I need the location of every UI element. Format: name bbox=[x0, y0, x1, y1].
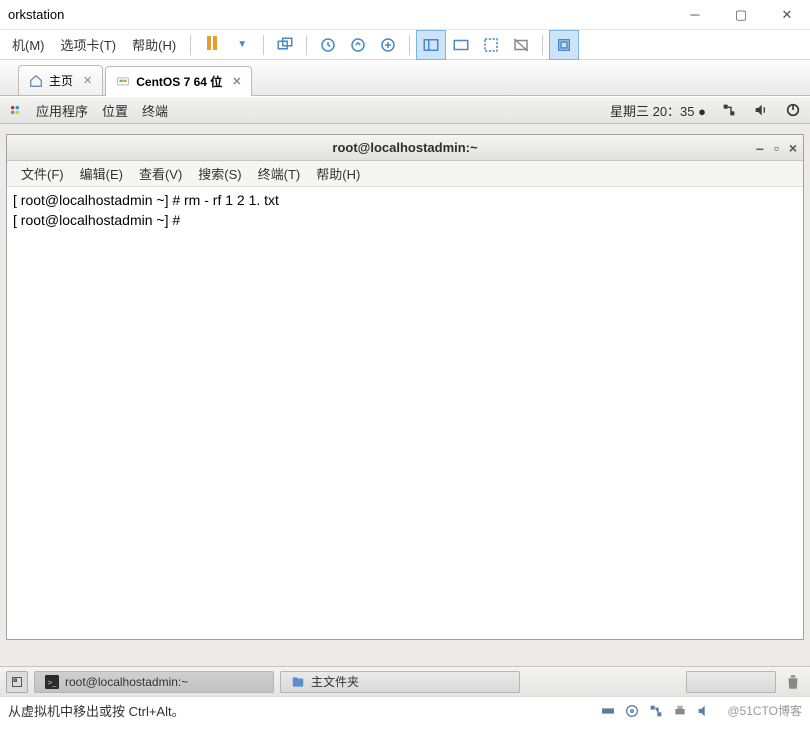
clock[interactable]: 星期三 20：35 ● bbox=[610, 101, 706, 120]
taskbar-files[interactable]: 主文件夹 bbox=[280, 671, 520, 693]
menu-machine[interactable]: 机(M) bbox=[4, 31, 53, 58]
send-ctrl-alt-del-button[interactable] bbox=[270, 30, 300, 60]
status-hint: 从虚拟机中移出或按 Ctrl+Alt。 bbox=[8, 701, 185, 720]
revert-snapshot-button[interactable] bbox=[343, 30, 373, 60]
home-icon bbox=[29, 74, 43, 88]
separator bbox=[306, 35, 307, 55]
terminal-line: [ root@localhostadmin ~] # rm - rf 1 2 1… bbox=[13, 192, 279, 208]
separator bbox=[263, 35, 264, 55]
term-menu-view[interactable]: 查看(V) bbox=[133, 162, 188, 185]
volume-icon[interactable] bbox=[752, 101, 770, 119]
pause-button[interactable] bbox=[197, 30, 227, 60]
tab-vm[interactable]: CentOS 7 64 位 ✕ bbox=[105, 66, 252, 96]
cd-icon[interactable] bbox=[623, 702, 641, 720]
stretch-guest-button[interactable] bbox=[476, 30, 506, 60]
folder-icon bbox=[291, 675, 305, 689]
show-sidebar-button[interactable] bbox=[416, 30, 446, 60]
terminal-title: root@localhostadmin:~ bbox=[332, 140, 477, 155]
tab-home-close[interactable]: ✕ bbox=[83, 74, 92, 87]
gnome-bottom-panel: >_ root@localhostadmin:~ 主文件夹 bbox=[0, 666, 810, 696]
separator bbox=[190, 35, 191, 55]
taskbar-terminal[interactable]: >_ root@localhostadmin:~ bbox=[34, 671, 274, 693]
terminal-menu[interactable]: 终端 bbox=[142, 101, 168, 120]
window-titlebar: orkstation ─ ▢ ✕ bbox=[0, 0, 810, 30]
terminal-titlebar[interactable]: root@localhostadmin:~ – ▫ × bbox=[7, 135, 803, 161]
terminal-menubar: 文件(F) 编辑(E) 查看(V) 搜索(S) 终端(T) 帮助(H) bbox=[7, 161, 803, 187]
vm-icon bbox=[116, 75, 130, 89]
fullscreen-button[interactable] bbox=[506, 30, 536, 60]
close-button[interactable]: ✕ bbox=[764, 0, 810, 30]
vm-desktop: root@localhostadmin:~ – ▫ × 文件(F) 编辑(E) … bbox=[0, 124, 810, 696]
taskbar-files-label: 主文件夹 bbox=[311, 673, 359, 690]
term-menu-edit[interactable]: 编辑(E) bbox=[74, 162, 129, 185]
watermark: @51CTO博客 bbox=[727, 702, 802, 719]
term-menu-file[interactable]: 文件(F) bbox=[15, 162, 70, 185]
snapshot-button[interactable] bbox=[313, 30, 343, 60]
unity-button[interactable] bbox=[549, 30, 579, 60]
vmware-menubar: 机(M) 选项卡(T) 帮助(H) ▼ bbox=[0, 30, 810, 60]
tab-home[interactable]: 主页 ✕ bbox=[18, 65, 103, 95]
gnome-top-panel: 应用程序 位置 终端 星期三 20：35 ● bbox=[0, 96, 810, 124]
network-icon[interactable] bbox=[720, 101, 738, 119]
menu-tabs[interactable]: 选项卡(T) bbox=[53, 31, 125, 58]
terminal-line: [ root@localhostadmin ~] # bbox=[13, 212, 180, 228]
maximize-button[interactable]: ▢ bbox=[718, 0, 764, 30]
printer-icon[interactable] bbox=[671, 702, 689, 720]
terminal-icon: >_ bbox=[45, 675, 59, 689]
applications-menu[interactable]: 应用程序 bbox=[36, 101, 88, 120]
minimize-button[interactable]: ─ bbox=[672, 0, 718, 30]
terminal-window: root@localhostadmin:~ – ▫ × 文件(F) 编辑(E) … bbox=[6, 134, 804, 640]
trash-icon[interactable] bbox=[782, 671, 804, 693]
term-menu-search[interactable]: 搜索(S) bbox=[192, 162, 247, 185]
svg-text:>_: >_ bbox=[48, 677, 57, 686]
window-controls: ─ ▢ ✕ bbox=[672, 0, 810, 30]
tab-vm-close[interactable]: ✕ bbox=[232, 75, 241, 88]
term-menu-terminal[interactable]: 终端(T) bbox=[252, 162, 307, 185]
term-menu-help[interactable]: 帮助(H) bbox=[310, 162, 366, 185]
vm-tabbar: 主页 ✕ CentOS 7 64 位 ✕ bbox=[0, 60, 810, 96]
terminal-minimize[interactable]: – bbox=[756, 140, 764, 156]
sound-icon[interactable] bbox=[695, 702, 713, 720]
taskbar-tray-slot[interactable] bbox=[686, 671, 776, 693]
places-menu[interactable]: 位置 bbox=[102, 101, 128, 120]
terminal-maximize[interactable]: ▫ bbox=[774, 140, 779, 156]
tab-home-label: 主页 bbox=[49, 72, 73, 89]
power-dropdown[interactable]: ▼ bbox=[227, 30, 257, 60]
workspace-switcher[interactable] bbox=[6, 671, 28, 693]
network-adapter-icon[interactable] bbox=[647, 702, 665, 720]
activities-icon[interactable] bbox=[8, 103, 22, 117]
window-title: orkstation bbox=[8, 7, 64, 22]
manage-snapshots-button[interactable] bbox=[373, 30, 403, 60]
power-icon[interactable] bbox=[784, 101, 802, 119]
tab-vm-label: CentOS 7 64 位 bbox=[136, 73, 222, 90]
separator bbox=[409, 35, 410, 55]
hdd-icon[interactable] bbox=[599, 702, 617, 720]
vmware-statusbar: 从虚拟机中移出或按 Ctrl+Alt。 @51CTO博客 bbox=[0, 696, 810, 724]
vmware-device-tray: @51CTO博客 bbox=[599, 702, 802, 720]
view-console-button[interactable] bbox=[446, 30, 476, 60]
terminal-body[interactable]: [ root@localhostadmin ~] # rm - rf 1 2 1… bbox=[7, 187, 803, 639]
separator bbox=[542, 35, 543, 55]
terminal-close[interactable]: × bbox=[789, 140, 797, 156]
menu-help[interactable]: 帮助(H) bbox=[124, 31, 184, 58]
taskbar-terminal-label: root@localhostadmin:~ bbox=[65, 675, 188, 689]
